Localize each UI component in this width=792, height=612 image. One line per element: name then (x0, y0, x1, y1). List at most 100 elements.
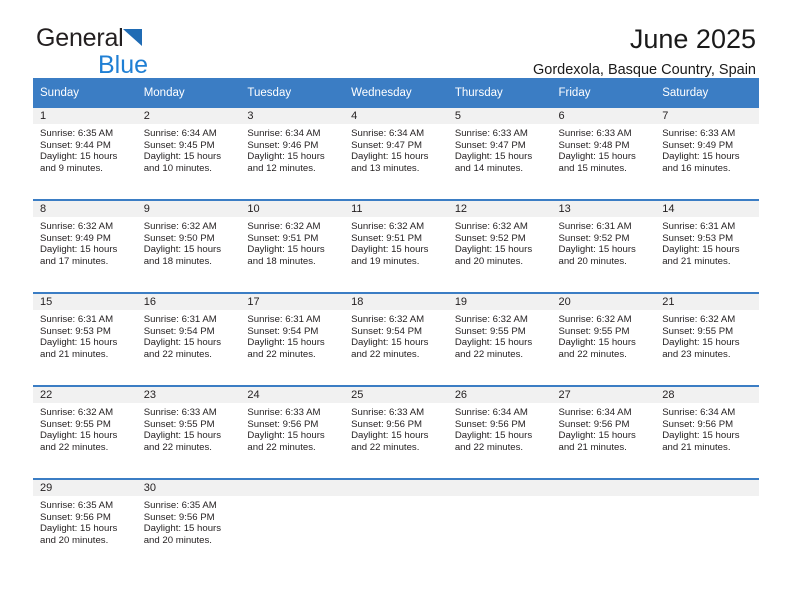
day-cell[interactable]: 28 Sunrise: 6:34 AM Sunset: 9:56 PM Dayligh… (655, 385, 759, 479)
day-details: Sunrise: 6:34 AM Sunset: 9:45 PM Daylight:… (137, 124, 241, 174)
daylight-text-line1: Daylight: 15 hours (454, 151, 533, 163)
day-cell[interactable]: 5 Sunrise: 6:33 AM Sunset: 9:47 PM Daylight… (447, 108, 552, 200)
day-details: Sunrise: 6:34 AM Sunset: 9:47 PM Daylight:… (344, 124, 448, 174)
day-cell[interactable]: 13 Sunrise: 6:31 AM Sunset: 9:52 PM Dayligh… (551, 199, 656, 293)
day-details: Sunrise: 6:31 AM Sunset: 9:53 PM Daylight:… (33, 310, 137, 360)
day-cell[interactable]: 6 Sunrise: 6:33 AM Sunset: 9:48 PM Daylight… (551, 108, 656, 200)
brand-logo[interactable]: General Blue (36, 26, 296, 82)
sunset-text: Sunset: 9:44 PM (40, 139, 111, 151)
day-cell[interactable]: 8 Sunrise: 6:32 AM Sunset: 9:49 PM Daylight… (33, 199, 137, 293)
sunrise-text: Sunrise: 6:35 AM (143, 500, 217, 511)
day-number: 21 (655, 294, 759, 310)
day-details: Sunrise: 6:33 AM Sunset: 9:49 PM Daylight:… (655, 124, 759, 174)
calendar-week-row: 15 Sunrise: 6:31 AM Sunset: 9:53 PM Dayligh… (33, 292, 759, 386)
daylight-text-line1: Daylight: 15 hours (40, 151, 118, 163)
day-number: 27 (551, 387, 656, 403)
daylight-text-line1: Daylight: 15 hours (40, 523, 118, 535)
day-cell[interactable]: 11 Sunrise: 6:32 AM Sunset: 9:51 PM Dayligh… (344, 199, 448, 293)
day-details: Sunrise: 6:31 AM Sunset: 9:52 PM Daylight:… (552, 217, 656, 267)
day-cell[interactable]: 27 Sunrise: 6:34 AM Sunset: 9:56 PM Dayligh… (551, 385, 656, 479)
day-cell[interactable]: 22 Sunrise: 6:32 AM Sunset: 9:55 PM Dayligh… (33, 385, 137, 479)
day-cell[interactable]: 18 Sunrise: 6:32 AM Sunset: 9:54 PM Dayligh… (344, 292, 448, 386)
day-details: Sunrise: 6:34 AM Sunset: 9:46 PM Daylight:… (240, 124, 344, 174)
sunset-text: Sunset: 9:51 PM (351, 232, 423, 244)
weekday-header-saturday: Saturday (655, 78, 759, 108)
day-number: 17 (240, 294, 345, 310)
daylight-text-line1: Daylight: 15 hours (40, 337, 118, 349)
day-cell-empty (655, 478, 759, 566)
sunrise-text: Sunrise: 6:34 AM (454, 407, 528, 418)
day-cell[interactable]: 24 Sunrise: 6:33 AM Sunset: 9:56 PM Dayligh… (240, 385, 345, 479)
day-cell[interactable]: 15 Sunrise: 6:31 AM Sunset: 9:53 PM Dayligh… (33, 292, 137, 386)
day-cell[interactable]: 3 Sunrise: 6:34 AM Sunset: 9:46 PM Daylight… (240, 108, 345, 200)
day-details: Sunrise: 6:31 AM Sunset: 9:54 PM Daylight:… (137, 310, 241, 360)
page-header: General Blue June 2025 Gordexola, Basque… (33, 0, 759, 78)
day-number: 10 (240, 201, 345, 217)
day-cell[interactable]: 30 Sunrise: 6:35 AM Sunset: 9:56 PM Dayligh… (136, 478, 241, 566)
day-details: Sunrise: 6:32 AM Sunset: 9:50 PM Daylight:… (137, 217, 241, 267)
daylight-text-line1: Daylight: 15 hours (558, 151, 636, 163)
sunrise-text: Sunrise: 6:32 AM (558, 314, 632, 325)
sunrise-text: Sunrise: 6:32 AM (454, 221, 528, 232)
sunset-text: Sunset: 9:46 PM (247, 139, 319, 151)
calendar-header-row: Sunday Monday Tuesday Wednesday Thursday… (33, 78, 759, 108)
day-cell[interactable]: 4 Sunrise: 6:34 AM Sunset: 9:47 PM Daylight… (344, 108, 448, 200)
daylight-text-line1: Daylight: 15 hours (247, 244, 325, 256)
daylight-text-line2: and 18 minutes. (247, 255, 316, 267)
sunset-text: Sunset: 9:50 PM (143, 232, 215, 244)
day-details: Sunrise: 6:32 AM Sunset: 9:55 PM Daylight:… (33, 403, 137, 453)
day-cell[interactable]: 1 Sunrise: 6:35 AM Sunset: 9:44 PM Daylight… (33, 108, 137, 200)
sunrise-text: Sunrise: 6:31 AM (143, 314, 217, 325)
day-cell[interactable]: 20 Sunrise: 6:32 AM Sunset: 9:55 PM Dayligh… (551, 292, 656, 386)
day-details: Sunrise: 6:34 AM Sunset: 9:56 PM Daylight:… (552, 403, 656, 453)
day-number: 3 (240, 108, 345, 124)
sunrise-text: Sunrise: 6:34 AM (351, 128, 425, 139)
day-number: 30 (136, 480, 241, 496)
sunrise-text: Sunrise: 6:33 AM (247, 407, 321, 418)
daylight-text-line1: Daylight: 15 hours (143, 523, 222, 535)
calendar-body: 1 Sunrise: 6:35 AM Sunset: 9:44 PM Daylight… (33, 108, 759, 566)
day-cell[interactable]: 25 Sunrise: 6:33 AM Sunset: 9:56 PM Dayligh… (344, 385, 448, 479)
sunrise-sunset-calendar: Sunday Monday Tuesday Wednesday Thursday… (33, 78, 759, 566)
daylight-text-line2: and 22 minutes. (40, 441, 109, 453)
day-cell[interactable]: 14 Sunrise: 6:31 AM Sunset: 9:53 PM Dayligh… (655, 199, 759, 293)
day-cell[interactable]: 12 Sunrise: 6:32 AM Sunset: 9:52 PM Dayligh… (447, 199, 552, 293)
day-cell[interactable]: 23 Sunrise: 6:33 AM Sunset: 9:55 PM Dayligh… (136, 385, 241, 479)
day-details: Sunrise: 6:32 AM Sunset: 9:51 PM Daylight:… (240, 217, 344, 267)
day-cell[interactable]: 26 Sunrise: 6:34 AM Sunset: 9:56 PM Dayligh… (447, 385, 552, 479)
daylight-text-line2: and 22 minutes. (454, 441, 524, 453)
day-cell[interactable]: 10 Sunrise: 6:32 AM Sunset: 9:51 PM Dayligh… (240, 199, 345, 293)
day-number: 7 (655, 108, 759, 124)
weekday-header-wednesday: Wednesday (344, 78, 448, 108)
daylight-text-line1: Daylight: 15 hours (247, 151, 325, 163)
day-number: 18 (344, 294, 448, 310)
sunrise-text: Sunrise: 6:35 AM (40, 500, 114, 511)
sunset-text: Sunset: 9:55 PM (558, 325, 630, 337)
sunrise-text: Sunrise: 6:34 AM (247, 128, 321, 139)
sunrise-text: Sunrise: 6:32 AM (662, 314, 736, 325)
sunrise-text: Sunrise: 6:34 AM (662, 407, 736, 418)
sunset-text: Sunset: 9:49 PM (40, 232, 111, 244)
day-cell[interactable]: 29 Sunrise: 6:35 AM Sunset: 9:56 PM Dayligh… (33, 478, 137, 566)
day-cell[interactable]: 17 Sunrise: 6:31 AM Sunset: 9:54 PM Dayligh… (240, 292, 345, 386)
daylight-text-line2: and 19 minutes. (351, 255, 420, 267)
day-cell[interactable]: 21 Sunrise: 6:32 AM Sunset: 9:55 PM Dayligh… (655, 292, 759, 386)
day-details: Sunrise: 6:32 AM Sunset: 9:54 PM Daylight:… (344, 310, 448, 360)
daylight-text-line2: and 9 minutes. (40, 162, 103, 174)
day-cell[interactable]: 7 Sunrise: 6:33 AM Sunset: 9:49 PM Daylight… (655, 108, 759, 200)
day-cell[interactable]: 16 Sunrise: 6:31 AM Sunset: 9:54 PM Dayligh… (136, 292, 241, 386)
day-details: Sunrise: 6:32 AM Sunset: 9:55 PM Daylight:… (448, 310, 552, 360)
day-details: Sunrise: 6:31 AM Sunset: 9:54 PM Daylight:… (240, 310, 344, 360)
sunset-text: Sunset: 9:54 PM (247, 325, 319, 337)
daylight-text-line2: and 22 minutes. (454, 348, 524, 360)
day-cell[interactable]: 2 Sunrise: 6:34 AM Sunset: 9:45 PM Daylight… (136, 108, 241, 200)
daylight-text-line2: and 17 minutes. (40, 255, 109, 267)
day-cell[interactable]: 19 Sunrise: 6:32 AM Sunset: 9:55 PM Dayligh… (447, 292, 552, 386)
day-cell[interactable]: 9 Sunrise: 6:32 AM Sunset: 9:50 PM Daylight… (136, 199, 241, 293)
daylight-text-line1: Daylight: 15 hours (351, 337, 429, 349)
day-details: Sunrise: 6:35 AM Sunset: 9:44 PM Daylight:… (33, 124, 137, 174)
daylight-text-line1: Daylight: 15 hours (247, 430, 325, 442)
brand-name-secondary: Blue (98, 51, 149, 79)
sunset-text: Sunset: 9:53 PM (40, 325, 111, 337)
day-details: Sunrise: 6:33 AM Sunset: 9:55 PM Daylight:… (137, 403, 241, 453)
